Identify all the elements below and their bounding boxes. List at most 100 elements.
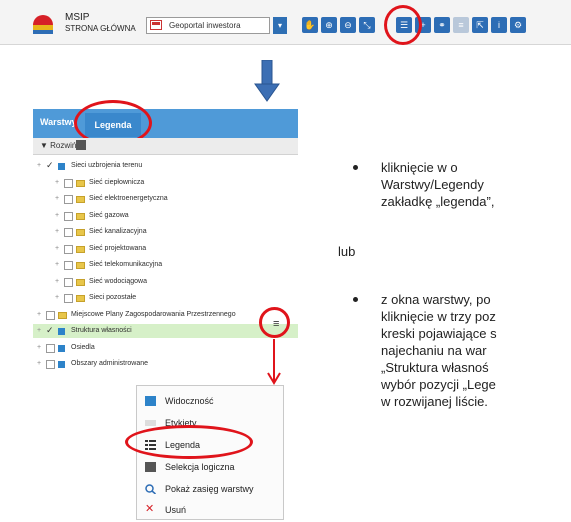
layer-label: Struktura własności: [71, 327, 132, 334]
layer-row[interactable]: + Sieć telekomunikacyjna: [33, 258, 298, 272]
menu-item-etykiety[interactable]: Etykiety: [137, 412, 285, 434]
red-arrow-icon: [267, 339, 281, 385]
layer-label: Sieć wodociągowa: [89, 277, 147, 285]
layer-checkbox[interactable]: [64, 211, 73, 221]
menu-item-zasieg[interactable]: Pokaż zasięg warstwy: [137, 478, 285, 500]
add-layer-icon[interactable]: +: [415, 17, 431, 33]
zoom-extent-icon: [145, 484, 156, 494]
layer-row[interactable]: + Sieć ciepłownicza: [33, 176, 298, 190]
expand-toggle-icon[interactable]: +: [55, 176, 59, 190]
expand-toggle-icon[interactable]: +: [37, 357, 41, 371]
msip-logo-icon[interactable]: [31, 13, 55, 35]
layer-checkbox[interactable]: [64, 178, 73, 188]
expand-toggle-icon[interactable]: +: [55, 225, 59, 239]
instruction-2-line-7: w rozwijanej liście.: [381, 394, 488, 409]
layer-checkbox[interactable]: [46, 343, 55, 353]
hand-icon[interactable]: ✋: [302, 17, 318, 33]
home-label: STRONA GŁÓWNA: [65, 24, 136, 33]
layer-checkbox[interactable]: [64, 195, 73, 204]
layer-menu-icon[interactable]: ≡: [273, 318, 279, 330]
info-icon[interactable]: i: [491, 17, 507, 33]
menu-item-legenda[interactable]: Legenda: [137, 434, 285, 456]
layer-checkbox[interactable]: [64, 244, 73, 254]
expand-toggle-icon[interactable]: +: [37, 341, 41, 355]
folder-icon: [76, 229, 85, 236]
list-icon[interactable]: ≡: [453, 17, 469, 33]
layer-label: Sieci uzbrojenia terenu: [71, 162, 143, 169]
layer-row[interactable]: + Sieć gazowa: [33, 209, 298, 223]
layer-label: Sieć gazowa: [89, 211, 129, 219]
folder-icon: [76, 196, 85, 203]
layer-checkbox[interactable]: [46, 360, 55, 369]
tab-warstwy[interactable]: Warstwy: [40, 117, 77, 127]
home-link[interactable]: MSIP STRONA GŁÓWNA: [65, 12, 136, 34]
layer-row[interactable]: + ✓ Struktura własności: [33, 324, 298, 338]
portal-dropdown-chevron-icon[interactable]: ▾: [273, 17, 287, 34]
share-icon[interactable]: ⚭: [434, 17, 450, 33]
expand-toggle-icon[interactable]: +: [55, 258, 59, 272]
logical-selection-icon: [145, 462, 156, 472]
expand-toggle-icon[interactable]: +: [55, 192, 59, 206]
layer-row[interactable]: + ✓ Sieci uzbrojenia terenu: [33, 159, 298, 173]
expand-toggle-icon[interactable]: +: [55, 209, 59, 223]
layer-row[interactable]: + Obszary administrowane: [33, 357, 298, 371]
folder-icon: [58, 311, 67, 319]
layer-icon: [58, 163, 65, 170]
bullet-2: [353, 297, 358, 302]
layer-row[interactable]: + Sieć elektroenergetyczna: [33, 192, 298, 206]
zoom-in-icon[interactable]: ⊕: [321, 17, 337, 33]
folder-icon: [76, 245, 85, 253]
layer-icon: [58, 328, 65, 335]
expand-toggle-icon[interactable]: +: [37, 308, 41, 322]
layer-label: Miejscowe Plany Zagospodarowania Przestr…: [71, 310, 236, 318]
or-word: lub: [338, 244, 356, 259]
expand-toggle-icon[interactable]: +: [55, 291, 59, 305]
menu-item-usun[interactable]: ✕ Usuń: [137, 499, 285, 521]
folder-icon: [76, 262, 85, 269]
layer-label: Osiedla: [71, 343, 95, 351]
expand-toggle-icon[interactable]: +: [55, 242, 59, 256]
layer-label: Sieć projektowana: [89, 244, 147, 252]
instruction-2-line-2: kliknięcie w trzy poz: [381, 309, 496, 324]
expand-toggle-icon[interactable]: +: [37, 159, 41, 173]
expand-button[interactable]: ▼ Rozwiń: [40, 141, 76, 150]
layer-label: Sieci pozostałe: [89, 294, 137, 301]
instruction-2-line-4: najechaniu na war: [381, 343, 487, 358]
app-name: MSIP: [65, 12, 90, 23]
layer-row[interactable]: + Sieci pozostałe: [33, 291, 298, 305]
folder-icon: [76, 179, 85, 187]
expand-toggle-icon[interactable]: +: [55, 275, 59, 289]
layers-icon[interactable]: ☰: [396, 17, 412, 33]
layer-icon: [58, 344, 65, 352]
layer-checkbox[interactable]: [46, 310, 55, 320]
layer-row[interactable]: + Miejscowe Plany Zagospodarowania Przest…: [33, 308, 298, 322]
legend-icon: [145, 440, 156, 450]
expand-toggle-icon[interactable]: +: [37, 324, 41, 338]
settings-icon[interactable]: ⚙: [510, 17, 526, 33]
layer-row[interactable]: + Sieć wodociągowa: [33, 275, 298, 289]
layer-row[interactable]: + Sieć projektowana: [33, 242, 298, 256]
layer-checkbox[interactable]: [64, 261, 73, 270]
layer-checkbox[interactable]: [64, 294, 73, 303]
layer-checkbox[interactable]: ✓: [46, 326, 54, 335]
layer-checkbox[interactable]: [64, 277, 73, 287]
select-icon[interactable]: ⇱: [472, 17, 488, 33]
folder-icon: [76, 278, 85, 286]
layer-row[interactable]: + Osiedla: [33, 341, 298, 355]
folder-icon: [76, 295, 85, 302]
zoom-out-icon[interactable]: ⊖: [340, 17, 356, 33]
collapse-icon[interactable]: [76, 140, 86, 150]
portal-select[interactable]: Geoportal inwestora: [146, 17, 270, 34]
tab-legenda[interactable]: Legenda: [85, 113, 141, 137]
layer-row[interactable]: + Sieć kanalizacyjna: [33, 225, 298, 239]
bullet-1: [353, 165, 358, 170]
menu-item-widocznosc[interactable]: Widoczność: [137, 390, 285, 412]
layer-label: Obszary administrowane: [71, 360, 149, 367]
instruction-2-line-6: wybór pozycji „Lege: [381, 377, 496, 392]
layer-checkbox[interactable]: ✓: [46, 161, 54, 170]
folder-icon: [76, 212, 85, 220]
layer-checkbox[interactable]: [64, 228, 73, 237]
layer-label: Sieć elektroenergetyczna: [89, 195, 168, 202]
menu-item-selekcja[interactable]: Selekcja logiczna: [137, 456, 285, 478]
extent-icon[interactable]: ⤡: [359, 17, 375, 33]
